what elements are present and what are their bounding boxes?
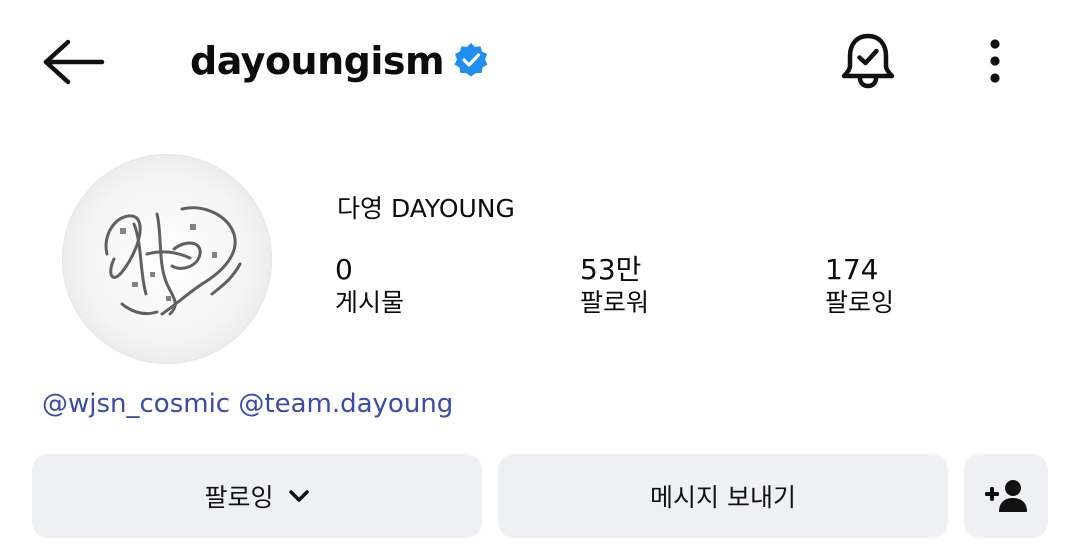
profile-display-name: 다영 DAYOUNG (337, 194, 515, 223)
profile-links: @wjsn_cosmic @team.dayoung (42, 386, 453, 422)
back-button[interactable] (40, 36, 106, 88)
link-team-dayoung-text: team.dayoung (264, 389, 454, 419)
link-wjsn-cosmic[interactable]: @wjsn_cosmic (42, 389, 230, 419)
notification-bell-icon (841, 33, 895, 89)
chevron-down-icon (288, 490, 309, 502)
link-team-dayoung[interactable]: @team.dayoung (238, 389, 453, 419)
add-user-button[interactable] (964, 454, 1048, 538)
more-options-icon (990, 39, 1000, 83)
message-button-label: 메시지 보내기 (650, 483, 796, 512)
back-arrow-icon (43, 39, 105, 85)
notification-bell-button[interactable] (838, 30, 898, 92)
verified-badge-icon (453, 42, 489, 78)
profile-avatar[interactable] (62, 154, 272, 364)
link-wjsn-cosmic-text: wjsn_cosmic (68, 389, 231, 419)
message-button[interactable]: 메시지 보내기 (498, 454, 948, 538)
stat-following-label: 팔로잉 (825, 288, 895, 317)
stat-followers-label: 팔로워 (580, 288, 650, 317)
threads-icon: @ (42, 389, 68, 419)
stat-following[interactable]: 174 팔로잉 (825, 253, 894, 319)
threads-icon: @ (238, 389, 265, 419)
profile-username: dayoungism (190, 39, 445, 83)
stat-followers-count: 53만 (580, 253, 642, 286)
stat-following-count: 174 (825, 253, 879, 286)
following-button[interactable]: 팔로잉 (32, 454, 482, 538)
stat-followers[interactable]: 53만 팔로워 (580, 253, 649, 319)
stat-posts-label: 게시물 (335, 288, 405, 317)
signature-avatar (104, 206, 242, 316)
stat-posts[interactable]: 0 게시물 (335, 253, 404, 319)
following-button-label: 팔로잉 (204, 483, 274, 512)
more-options-button[interactable] (975, 38, 1015, 84)
stat-posts-count: 0 (335, 253, 353, 286)
add-user-icon (985, 480, 1027, 512)
